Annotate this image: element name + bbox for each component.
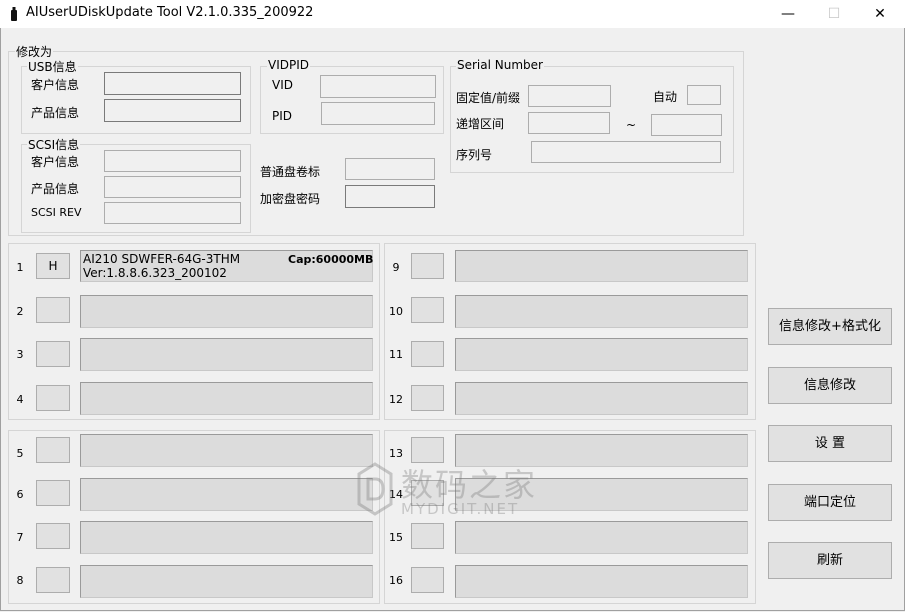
- slot-number-8: 8: [16, 574, 24, 587]
- slot-number-12: 12: [389, 393, 403, 406]
- slot-box-16[interactable]: [455, 565, 748, 598]
- slot-box-2[interactable]: [80, 295, 373, 328]
- usb-product-input[interactable]: [104, 99, 241, 122]
- scsi-customer-label: 客户信息: [31, 155, 80, 169]
- encrypted-password-input[interactable]: [345, 185, 435, 208]
- serial-fixed-input[interactable]: [528, 85, 611, 107]
- watermark-en: MYDIGIT.NET: [401, 500, 520, 518]
- window-title: AIUserUDiskUpdate Tool V2.1.0.335_200922: [26, 5, 314, 20]
- slot-button-10[interactable]: [411, 297, 444, 323]
- slot-box-8[interactable]: [80, 565, 373, 598]
- slot-box-1[interactable]: AI210 SDWFER-64G-3THM Cap:60000MB Ver:1.…: [80, 250, 373, 282]
- serial-auto-input[interactable]: [687, 85, 721, 105]
- slot-number-6: 6: [16, 488, 24, 501]
- serial-range-tilde: ~: [626, 118, 637, 132]
- slot-number-10: 10: [389, 305, 403, 318]
- encrypted-password-label: 加密盘密码: [260, 192, 321, 206]
- slot-number-7: 7: [16, 531, 24, 544]
- slot-number-11: 11: [389, 348, 403, 361]
- serial-range-start-input[interactable]: [528, 112, 610, 134]
- scsi-rev-label: SCSI REV: [31, 206, 82, 219]
- usb-customer-input[interactable]: [104, 72, 241, 95]
- normal-volume-label: 普通盘卷标: [260, 165, 321, 179]
- slot-box-11[interactable]: [455, 338, 748, 371]
- minimize-button[interactable]: —: [765, 0, 811, 28]
- slot-box-4[interactable]: [80, 382, 373, 415]
- watermark-logo-icon: [357, 462, 393, 516]
- serial-seq-input[interactable]: [531, 141, 721, 163]
- slot-box-5[interactable]: [80, 434, 373, 467]
- serial-auto-label: 自动: [653, 90, 678, 104]
- serial-group-legend: Serial Number: [456, 58, 544, 72]
- slot-box-6[interactable]: [80, 478, 373, 511]
- slot-number-5: 5: [16, 447, 24, 460]
- serial-range-end-input[interactable]: [651, 114, 722, 136]
- slot-button-15[interactable]: [411, 523, 444, 549]
- slot-1-device-name: AI210 SDWFER-64G-3THM: [83, 252, 241, 266]
- modify-format-button[interactable]: 信息修改+格式化: [768, 308, 892, 345]
- slot-1-version: Ver:1.8.8.6.323_200102: [83, 266, 227, 280]
- slot-number-15: 15: [389, 531, 403, 544]
- settings-button[interactable]: 设 置: [768, 425, 892, 462]
- slot-box-10[interactable]: [455, 295, 748, 328]
- scsi-group-legend: SCSI信息: [27, 136, 81, 153]
- slot-button-11[interactable]: [411, 341, 444, 367]
- scsi-rev-input[interactable]: [104, 202, 241, 224]
- app-icon: [11, 7, 17, 21]
- slot-box-9[interactable]: [455, 250, 748, 282]
- scsi-product-input[interactable]: [104, 176, 241, 198]
- slot-number-2: 2: [16, 305, 24, 318]
- vid-input[interactable]: [320, 75, 436, 98]
- slot-button-3[interactable]: [36, 341, 70, 367]
- pid-input[interactable]: [321, 102, 435, 125]
- slot-box-3[interactable]: [80, 338, 373, 371]
- slot-number-4: 4: [16, 393, 24, 406]
- serial-range-label: 递增区间: [456, 117, 505, 131]
- close-button[interactable]: ✕: [857, 0, 903, 28]
- maximize-button: ☐: [827, 6, 841, 22]
- refresh-button[interactable]: 刷新: [768, 542, 892, 579]
- usb-product-label: 产品信息: [31, 106, 80, 120]
- serial-seq-label: 序列号: [456, 148, 493, 162]
- slot-button-2[interactable]: [36, 297, 70, 323]
- slot-number-16: 16: [389, 574, 403, 587]
- slot-button-9[interactable]: [411, 253, 444, 279]
- slot-number-9: 9: [392, 261, 400, 274]
- serial-fixed-label: 固定值/前缀: [456, 91, 521, 105]
- scsi-customer-input[interactable]: [104, 150, 241, 172]
- title-bar: AIUserUDiskUpdate Tool V2.1.0.335_200922…: [0, 0, 905, 28]
- slot-button-5[interactable]: [36, 437, 70, 463]
- slot-number-3: 3: [16, 348, 24, 361]
- slot-number-13: 13: [389, 447, 403, 460]
- port-locate-button[interactable]: 端口定位: [768, 484, 892, 521]
- vidpid-group-legend: VIDPID: [267, 58, 311, 72]
- slot-box-15[interactable]: [455, 521, 748, 554]
- slot-button-1[interactable]: H: [36, 253, 70, 279]
- slot-button-12[interactable]: [411, 385, 444, 411]
- slot-1-capacity: Cap:60000MB: [288, 253, 374, 266]
- slot-button-6[interactable]: [36, 480, 70, 506]
- usb-customer-label: 客户信息: [31, 78, 80, 92]
- slot-button-7[interactable]: [36, 523, 70, 549]
- modify-button[interactable]: 信息修改: [768, 367, 892, 404]
- slot-box-12[interactable]: [455, 382, 748, 415]
- slot-box-7[interactable]: [80, 521, 373, 554]
- slot-button-4[interactable]: [36, 385, 70, 411]
- scsi-product-label: 产品信息: [31, 182, 80, 196]
- normal-volume-input[interactable]: [345, 158, 435, 180]
- slot-number-1: 1: [16, 261, 24, 274]
- vid-label: VID: [272, 78, 293, 92]
- usb-group-legend: USB信息: [27, 58, 78, 75]
- slot-button-16[interactable]: [411, 567, 444, 593]
- pid-label: PID: [272, 109, 293, 123]
- slot-button-8[interactable]: [36, 567, 70, 593]
